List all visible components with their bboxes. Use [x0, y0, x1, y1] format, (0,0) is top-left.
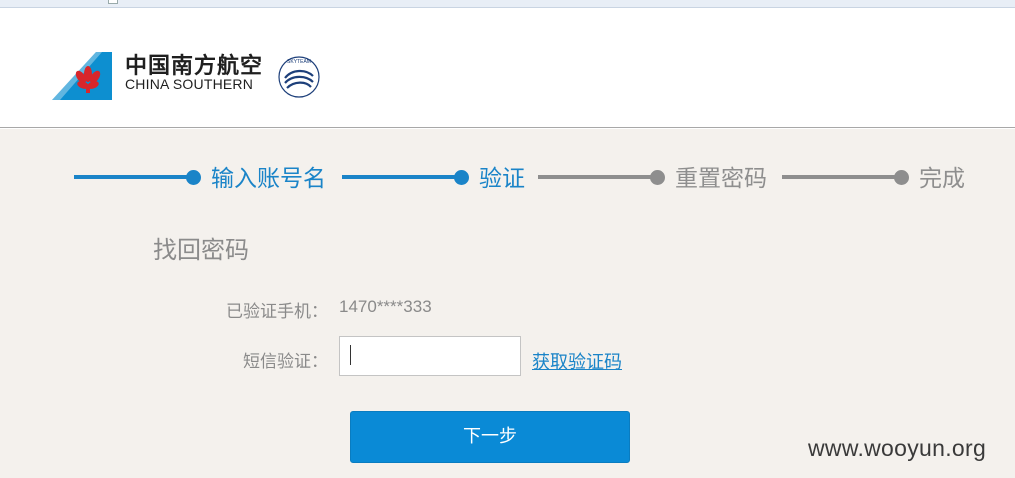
- text-caret: [350, 345, 351, 365]
- step-label-verify: 验证: [479, 166, 525, 192]
- sms-code-input[interactable]: [339, 336, 521, 376]
- step-dot-done: [894, 170, 909, 185]
- step-connector-3: [538, 175, 658, 179]
- svg-text:SKYTEAM: SKYTEAM: [287, 59, 311, 65]
- step-connector-4: [782, 175, 902, 179]
- step-label-reset: 重置密码: [675, 166, 767, 192]
- step-label-done: 完成: [919, 166, 965, 192]
- step-dot-account: [186, 170, 201, 185]
- site-header: 中国南方航空 CHINA SOUTHERN SKYTEAM: [0, 8, 1015, 128]
- step-dot-verify: [454, 170, 469, 185]
- step-label-account: 输入账号名: [211, 166, 326, 192]
- step-dot-reset: [650, 170, 665, 185]
- sms-label: 短信验证：: [243, 352, 328, 372]
- kapok-logo-icon[interactable]: [52, 52, 112, 100]
- phone-label: 已验证手机：: [226, 302, 328, 322]
- watermark: www.wooyun.org: [808, 435, 987, 461]
- recovery-panel: 输入账号名 验证 重置密码 完成 找回密码 已验证手机： 1470****333…: [0, 129, 1015, 478]
- step-connector-1: [74, 175, 194, 179]
- page-title: 找回密码: [153, 236, 249, 264]
- get-code-link[interactable]: 获取验证码: [532, 348, 622, 374]
- skyteam-logo-icon: SKYTEAM: [278, 56, 320, 98]
- brand-name-en: CHINA SOUTHERN: [125, 76, 254, 92]
- phone-value: 1470****333: [339, 297, 432, 316]
- browser-top-strip: [0, 0, 1015, 8]
- next-step-button[interactable]: 下一步: [350, 411, 630, 463]
- tab-edge: [108, 0, 118, 4]
- step-connector-2: [342, 175, 462, 179]
